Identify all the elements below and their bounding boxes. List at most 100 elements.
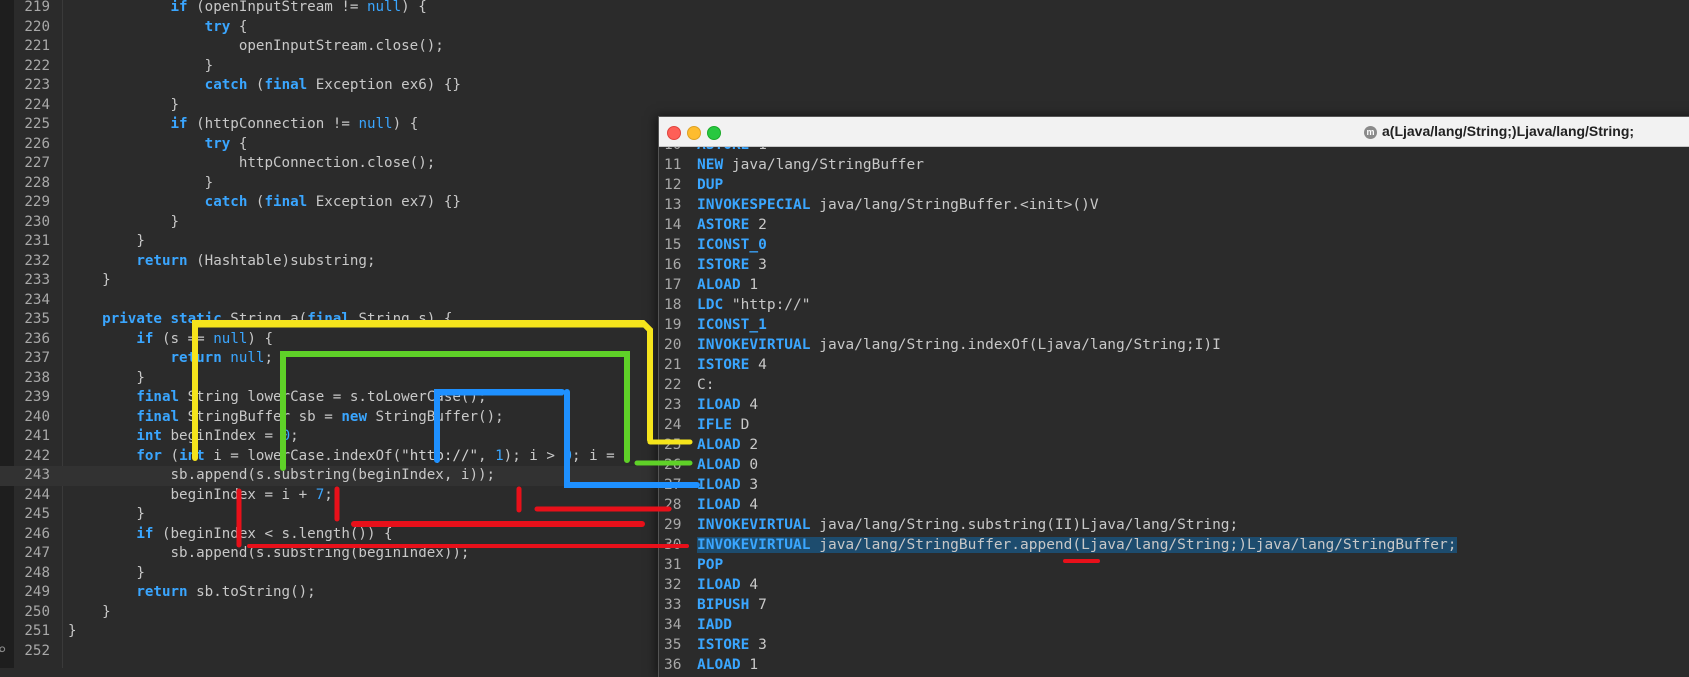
code-line[interactable]: 233 } xyxy=(0,271,110,291)
code-token: "http://" xyxy=(401,447,479,464)
code-line[interactable]: 231 } xyxy=(0,232,145,252)
code-line[interactable]: 225 if (httpConnection != null) { xyxy=(0,115,418,135)
minimize-window-button[interactable] xyxy=(687,126,701,140)
code-line[interactable]: 229 catch (final Exception ex7) {} xyxy=(0,193,461,213)
search-icon[interactable]: ⌕ xyxy=(0,640,7,659)
code-line[interactable]: 251} xyxy=(0,622,76,642)
code-line[interactable]: 222 } xyxy=(0,57,213,77)
line-number: 224 xyxy=(24,96,50,113)
bytecode-instruction: INVOKEVIRTUAL java/lang/String.substring… xyxy=(697,517,1238,533)
code-line[interactable]: 221 openInputStream.close(); xyxy=(0,37,443,57)
bytecode-line[interactable]: 31 POP xyxy=(659,555,723,575)
bytecode-line[interactable]: 24 IFLE D xyxy=(659,415,749,435)
line-number: 238 xyxy=(24,369,50,386)
code-token: 7 xyxy=(315,486,325,503)
bytecode-line-number: 17 xyxy=(664,277,682,293)
bytecode-line[interactable]: 11 NEW java/lang/StringBuffer xyxy=(659,155,924,175)
code-line[interactable]: 245 } xyxy=(0,505,145,525)
code-line[interactable]: 248 } xyxy=(0,564,145,584)
bytecode-line[interactable]: 30 INVOKEVIRTUAL java/lang/StringBuffer.a… xyxy=(659,535,1457,555)
code-line[interactable]: 235 private static String a(final String… xyxy=(0,310,452,330)
line-number: 226 xyxy=(24,135,50,152)
window-titlebar[interactable]: m a(Ljava/lang/String;)Ljava/lang/String; xyxy=(659,117,1689,147)
code-token: try xyxy=(204,18,231,35)
code-line[interactable]: 246 if (beginIndex < s.length()) { xyxy=(0,525,392,545)
code-token: try xyxy=(204,135,231,152)
code-line[interactable]: 226 try { xyxy=(0,135,247,155)
bytecode-line[interactable]: 17 ALOAD 1 xyxy=(659,275,758,295)
code-line[interactable]: 249 return sb.toString(); xyxy=(0,583,316,603)
bytecode-line-number: 24 xyxy=(664,417,682,433)
bytecode-line[interactable]: 18 LDC "http://" xyxy=(659,295,811,315)
bytecode-line[interactable]: 16 ISTORE 3 xyxy=(659,255,767,275)
bytecode-line-number: 13 xyxy=(664,197,682,213)
bytecode-instruction: ILOAD 4 xyxy=(697,577,758,593)
close-window-button[interactable] xyxy=(667,126,681,140)
bytecode-instruction: IFLE D xyxy=(697,417,749,433)
line-number: 219 xyxy=(24,0,50,15)
code-token: } xyxy=(68,369,145,386)
bytecode-line[interactable]: 10ASTORE 1 xyxy=(659,147,767,155)
bytecode-line[interactable]: 34 IADD xyxy=(659,615,732,635)
code-line[interactable]: 223 catch (final Exception ex6) {} xyxy=(0,76,461,96)
code-line[interactable]: 242 for (int i = lowerCase.indexOf("http… xyxy=(0,447,623,467)
code-line[interactable]: 219 if (openInputStream != null) { xyxy=(0,0,426,18)
bytecode-line-number: 18 xyxy=(664,297,682,313)
code-line[interactable]: 237 return null; xyxy=(0,349,273,369)
operand: 4 xyxy=(740,497,759,513)
bytecode-line[interactable]: 14 ASTORE 2 xyxy=(659,215,767,235)
bytecode-line[interactable]: 12 DUP xyxy=(659,175,723,195)
operand: 4 xyxy=(740,397,759,413)
bytecode-line[interactable]: 35 ISTORE 3 xyxy=(659,635,767,655)
code-line[interactable]: 227 httpConnection.close(); xyxy=(0,154,435,174)
bytecode-instruction: ICONST_0 xyxy=(697,237,767,253)
bytecode-line[interactable]: 25 ALOAD 2 xyxy=(659,435,758,455)
operand: java/lang/String.substring(II)Ljava/lang… xyxy=(810,517,1239,533)
opcode: INVOKEVIRTUAL xyxy=(697,537,811,553)
bytecode-line[interactable]: 20 INVOKEVIRTUAL java/lang/String.indexOf… xyxy=(659,335,1221,355)
maximize-window-button[interactable] xyxy=(707,126,721,140)
bytecode-line[interactable]: 27 ILOAD 3 xyxy=(659,475,758,495)
window-title-text: a(Ljava/lang/String;)Ljava/lang/String; xyxy=(1382,123,1635,139)
code-line[interactable]: 236 if (s == null) { xyxy=(0,330,273,350)
operand: 2 xyxy=(740,437,759,453)
bytecode-line[interactable]: 28 ILOAD 4 xyxy=(659,495,758,515)
bytecode-line[interactable]: 33 BIPUSH 7 xyxy=(659,595,767,615)
bytecode-listing[interactable]: 10ASTORE 111NEW java/lang/StringBuffer12… xyxy=(659,147,1689,677)
bytecode-line[interactable]: 32 ILOAD 4 xyxy=(659,575,758,595)
code-line[interactable]: 238 } xyxy=(0,369,145,389)
operand: 3 xyxy=(749,637,767,653)
code-line[interactable]: 240 final StringBuffer sb = new StringBu… xyxy=(0,408,503,428)
code-line[interactable]: 244 beginIndex = i + 7; xyxy=(0,486,332,506)
code-line[interactable]: 228 } xyxy=(0,174,213,194)
code-token: (s == xyxy=(153,330,214,347)
bytecode-line[interactable]: 26 ALOAD 0 xyxy=(659,455,758,475)
code-line[interactable]: 239 final String lowerCase = s.toLowerCa… xyxy=(0,388,486,408)
bytecode-line[interactable]: 15 ICONST_0 xyxy=(659,235,767,255)
bytecode-line[interactable]: 13 INVOKESPECIAL java/lang/StringBuffer.<… xyxy=(659,195,1099,215)
bytecode-line[interactable]: 23 ILOAD 4 xyxy=(659,395,758,415)
code-line[interactable]: 247 sb.append(s.substring(beginIndex)); xyxy=(0,544,469,564)
code-line[interactable]: 241 int beginIndex = 0; xyxy=(0,427,298,447)
code-line[interactable]: 232 return (Hashtable)substring; xyxy=(0,252,375,272)
code-token: sb.toString(); xyxy=(187,584,316,600)
code-line[interactable]: 234 xyxy=(0,291,68,311)
code-token: sb.append(s.substring(beginIndex)); xyxy=(68,545,470,561)
code-line[interactable]: 230 } xyxy=(0,213,179,233)
code-line[interactable]: 220 try { xyxy=(0,18,247,38)
code-line[interactable]: 224 } xyxy=(0,96,179,116)
bytecode-line[interactable]: 19 ICONST_1 xyxy=(659,315,767,335)
code-token: final xyxy=(307,311,350,327)
operand: java/lang/StringBuffer xyxy=(723,157,924,173)
bytecode-line[interactable]: 22 C: xyxy=(659,375,714,395)
bytecode-line[interactable]: 36 ALOAD 1 xyxy=(659,655,758,675)
code-line[interactable]: 252 xyxy=(0,642,68,662)
bytecode-line[interactable]: 21 ISTORE 4 xyxy=(659,355,767,375)
code-line[interactable]: 250 } xyxy=(0,603,110,623)
code-token: final xyxy=(136,389,180,405)
bytecode-line[interactable]: 29 INVOKEVIRTUAL java/lang/String.substri… xyxy=(659,515,1238,535)
code-line[interactable]: 243 sb.append(s.substring(beginIndex, i)… xyxy=(0,466,660,486)
